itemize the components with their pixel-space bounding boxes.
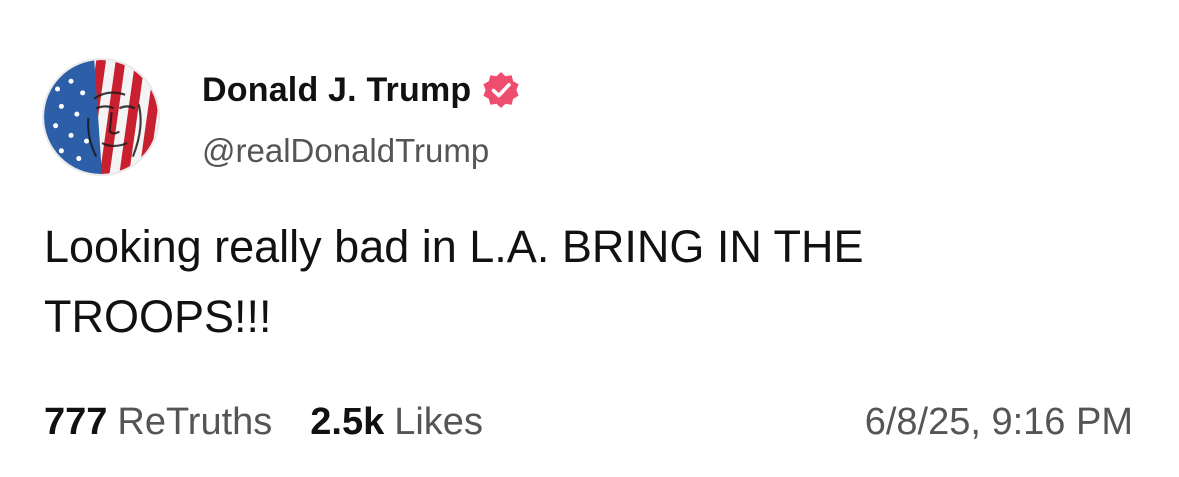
retruths-label: ReTruths xyxy=(117,400,273,443)
avatar[interactable] xyxy=(42,58,160,176)
post-body-line: Looking really bad in L.A. BRING IN THE xyxy=(44,221,864,272)
post-body-line: TROOPS!!! xyxy=(44,291,272,342)
retruths-count: 777 xyxy=(44,400,108,443)
author-handle[interactable]: @realDonaldTrump xyxy=(202,132,489,170)
author-name-row: Donald J. Trump xyxy=(202,68,521,112)
post-body: Looking really bad in L.A. BRING IN THE … xyxy=(44,212,1124,352)
post-timestamp[interactable]: 6/8/25, 9:16 PM xyxy=(865,395,1133,449)
post-stats: 777 ReTruths 2.5k Likes xyxy=(44,395,521,449)
author-display-name[interactable]: Donald J. Trump xyxy=(202,71,471,110)
likes-stat[interactable]: 2.5k Likes xyxy=(310,401,483,444)
retruths-stat[interactable]: 777 ReTruths xyxy=(44,401,272,444)
likes-label: Likes xyxy=(394,400,483,443)
likes-count: 2.5k xyxy=(310,400,385,443)
post-card: Donald J. Trump @realDonaldTrump Looking… xyxy=(0,0,1179,477)
flag-portrait-avatar-image xyxy=(44,60,158,174)
verified-badge-icon xyxy=(481,70,521,110)
